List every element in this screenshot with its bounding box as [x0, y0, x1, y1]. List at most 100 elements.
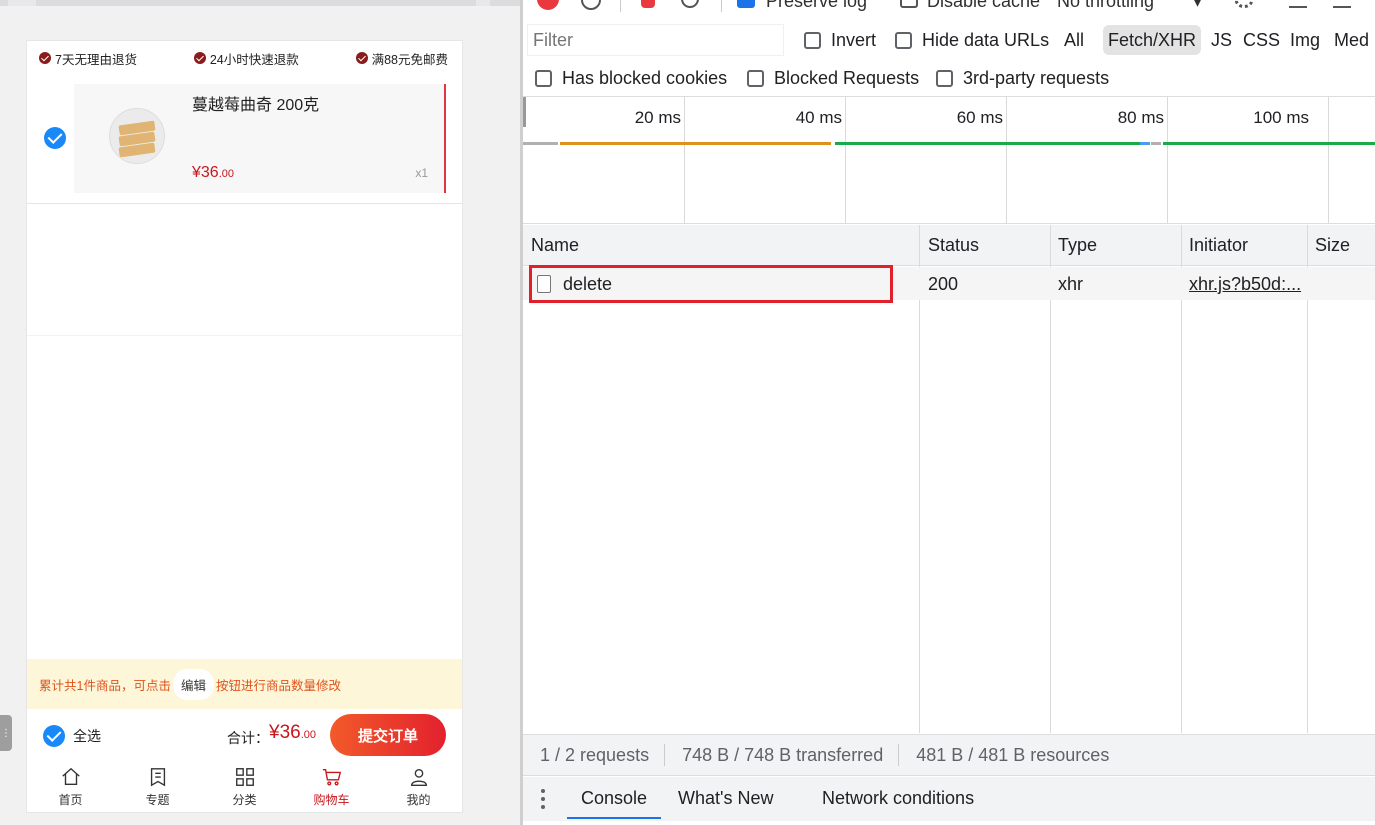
- timeline-bar-marker: [1140, 142, 1150, 145]
- resize-handle[interactable]: ⋮: [0, 715, 12, 751]
- column-initiator[interactable]: Initiator: [1189, 235, 1248, 256]
- has-blocked-cookies-checkbox[interactable]: [535, 70, 552, 87]
- topic-icon: [150, 768, 165, 787]
- disable-cache-checkbox[interactable]: [900, 0, 918, 8]
- tab-profile[interactable]: 我的: [375, 763, 462, 812]
- preserve-log-checkbox[interactable]: [737, 0, 755, 8]
- column-name[interactable]: Name: [531, 235, 579, 256]
- timeline-tick-label: 20 ms: [634, 108, 681, 127]
- preserve-log-label: Preserve log: [766, 0, 868, 11]
- import-icon[interactable]: [1289, 0, 1307, 8]
- resources-size: 481 B / 481 B resources: [916, 745, 1110, 765]
- filter-row: Invert Hide data URLs All Fetch/XHR JS C…: [523, 22, 1375, 58]
- type-filter-all[interactable]: All: [1059, 25, 1089, 55]
- tab-cart[interactable]: 购物车: [288, 763, 375, 812]
- record-icon[interactable]: [537, 0, 559, 10]
- throttling-select[interactable]: No throttling: [1057, 0, 1154, 12]
- column-size[interactable]: Size: [1315, 235, 1350, 256]
- devtools-network-panel: Preserve log Disable cache No throttling…: [523, 0, 1375, 825]
- tip-text: 按钮进行商品数量修改: [215, 678, 341, 693]
- type-filter-css[interactable]: CSS: [1238, 25, 1285, 55]
- type-filter-media[interactable]: Med: [1329, 25, 1374, 55]
- promo-item: 满88元免邮费: [355, 49, 448, 68]
- invert-checkbox[interactable]: [804, 32, 821, 49]
- type-filter-js[interactable]: JS: [1206, 25, 1237, 55]
- product-image: [109, 108, 165, 164]
- promo-bar: 7天无理由退货 24小时快速退款 满88元免邮费: [27, 41, 462, 75]
- third-party-label: 3rd-party requests: [963, 68, 1110, 88]
- select-all-label[interactable]: 全选: [73, 726, 101, 746]
- disable-cache-label: Disable cache: [927, 0, 1041, 11]
- network-overview-timeline[interactable]: 20 ms 40 ms 60 ms 80 ms 100 ms: [523, 96, 1375, 224]
- browser-top-strip: [0, 0, 520, 6]
- column-divider: [919, 225, 920, 733]
- type-filter-fetch-xhr[interactable]: Fetch/XHR: [1103, 25, 1202, 55]
- request-count: 1 / 2 requests: [523, 744, 666, 766]
- chevron-down-icon[interactable]: ▾: [1193, 0, 1202, 12]
- tab-console[interactable]: Console: [567, 788, 662, 819]
- total-decimal: .00: [300, 729, 317, 741]
- tip-text: 累计共1件商品，可点击: [39, 678, 171, 693]
- invert-label: Invert: [831, 30, 877, 50]
- filter-input[interactable]: [527, 24, 784, 56]
- total-currency: ¥: [269, 722, 280, 743]
- category-icon: [235, 768, 254, 786]
- column-divider: [1307, 225, 1308, 733]
- invert-option[interactable]: Invert: [804, 30, 876, 51]
- type-filter-img[interactable]: Img: [1285, 25, 1325, 55]
- promo-item: 7天无理由退货: [39, 49, 137, 68]
- hide-data-urls-option[interactable]: Hide data URLs: [895, 30, 1049, 51]
- export-icon[interactable]: [1333, 0, 1351, 8]
- transferred-size: 748 B / 748 B transferred: [665, 744, 900, 766]
- item-card[interactable]: 蔓越莓曲奇 200克 ¥36.00 x1: [74, 84, 446, 193]
- timeline-tick-label: 100 ms: [1253, 108, 1309, 127]
- tab-label: 首页: [58, 793, 83, 807]
- request-options-row: Has blocked cookies Blocked Requests 3rd…: [523, 60, 1375, 96]
- select-all-checkbox[interactable]: [43, 725, 65, 747]
- edit-button[interactable]: 编辑: [172, 668, 214, 700]
- hide-data-urls-checkbox[interactable]: [895, 32, 912, 49]
- request-initiator-link[interactable]: xhr.js?b50d:...: [1189, 274, 1301, 295]
- timeline-gridline: [845, 97, 846, 224]
- tab-whats-new[interactable]: What's New: [678, 788, 773, 809]
- column-divider: [1181, 225, 1182, 733]
- timeline-bar-queue: [523, 142, 558, 145]
- search-icon[interactable]: [681, 0, 699, 8]
- bottom-tabbar: 首页 专题 分类 购物车 我的: [27, 763, 462, 812]
- request-status: 200: [928, 274, 959, 294]
- tab-network-conditions[interactable]: Network conditions: [822, 788, 974, 809]
- network-toolbar: Preserve log Disable cache No throttling…: [523, 0, 1375, 16]
- submit-order-button[interactable]: 提交订单: [330, 714, 446, 756]
- tab-home[interactable]: 首页: [27, 763, 114, 812]
- tab-label: 我的: [406, 793, 431, 807]
- highlight-annotation: [529, 265, 893, 303]
- strip-segment: [0, 0, 8, 6]
- column-status[interactable]: Status: [928, 235, 979, 256]
- timeline-bar-waiting: [560, 142, 831, 145]
- third-party-checkbox[interactable]: [936, 70, 953, 87]
- filter-icon[interactable]: [641, 0, 655, 8]
- price-currency: ¥: [192, 164, 201, 181]
- third-party-option[interactable]: 3rd-party requests: [936, 68, 1109, 89]
- has-blocked-cookies-option[interactable]: Has blocked cookies: [535, 68, 727, 89]
- item-select-checkbox[interactable]: [44, 127, 66, 149]
- blocked-requests-checkbox[interactable]: [747, 70, 764, 87]
- gear-icon[interactable]: [1235, 0, 1253, 8]
- total-label: 合计：: [227, 730, 269, 746]
- item-quantity: x1: [415, 166, 428, 180]
- column-type[interactable]: Type: [1058, 235, 1097, 256]
- blocked-requests-label: Blocked Requests: [774, 68, 920, 88]
- timeline-bar-marker: [1151, 142, 1161, 145]
- column-divider: [1050, 225, 1051, 733]
- tab-topic[interactable]: 专题: [114, 763, 201, 812]
- timeline-gridline: [1006, 97, 1007, 224]
- timeline-gridline: [1328, 97, 1329, 224]
- blocked-requests-option[interactable]: Blocked Requests: [747, 68, 919, 89]
- request-table-header: Name Status Type Initiator Size: [523, 225, 1375, 266]
- clear-icon[interactable]: [581, 0, 601, 10]
- timeline-gridline: [1167, 97, 1168, 224]
- timeline-start-marker: [523, 97, 526, 127]
- more-tools-icon[interactable]: [541, 789, 545, 809]
- timeline-tick-label: 60 ms: [956, 108, 1003, 127]
- tab-category[interactable]: 分类: [201, 763, 288, 812]
